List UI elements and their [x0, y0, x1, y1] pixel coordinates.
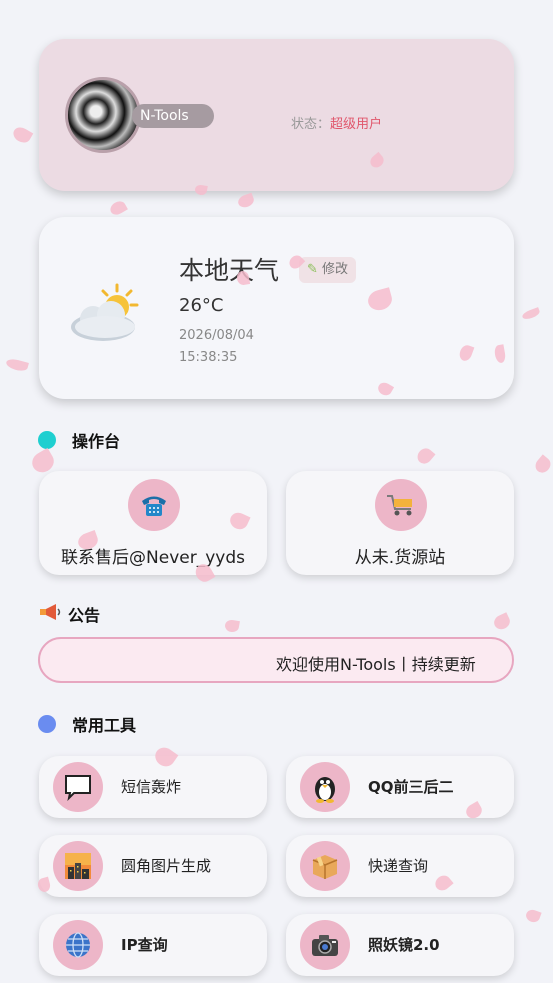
- petal-decoration: [491, 612, 513, 632]
- temperature: 26°C: [179, 295, 224, 316]
- contact-support-label: 联系售后@Never_yyds: [61, 548, 245, 568]
- megaphone-icon: [38, 602, 62, 626]
- tool-sms-bomber[interactable]: 短信轰炸: [39, 756, 267, 818]
- user-status: 状态：超级用户: [291, 113, 382, 132]
- weather-time: 15:38:35: [179, 350, 238, 365]
- tools-title: 常用工具: [72, 716, 137, 735]
- petal-decoration: [10, 124, 34, 146]
- notice-title: 公告: [68, 606, 101, 625]
- shopping-cart-icon: [375, 479, 427, 531]
- section-dot: [38, 715, 56, 733]
- weather-partly-cloudy-icon: [71, 283, 139, 341]
- tool-label: 圆角图片生成: [121, 857, 212, 875]
- penguin-icon: [300, 762, 350, 812]
- notice-heading: 公告: [38, 602, 100, 626]
- tool-label: 短信轰炸: [121, 778, 182, 796]
- tool-round-image[interactable]: 圆角图片生成: [39, 835, 267, 897]
- supply-station-label: 从未.货源站: [354, 548, 446, 568]
- console-heading: 操作台: [38, 428, 120, 452]
- petal-decoration: [524, 907, 542, 925]
- profile-card: N-Tools 状态：超级用户: [39, 39, 514, 191]
- tool-label: 照妖镜2.0: [368, 936, 440, 954]
- notice-marquee: 欢迎使用N-Tools丨持续更新: [38, 637, 514, 683]
- weather-date: 2026/08/04: [179, 328, 254, 343]
- petal-decoration: [521, 307, 541, 321]
- notice-text: 欢迎使用N-Tools丨持续更新: [276, 655, 476, 674]
- pencil-icon: ✎: [307, 262, 318, 277]
- tool-mirror[interactable]: 照妖镜2.0: [286, 914, 514, 976]
- tool-label: IP查询: [121, 936, 168, 954]
- petal-decoration: [414, 445, 436, 467]
- speech-bubble-icon: [53, 762, 103, 812]
- globe-icon: [53, 920, 103, 970]
- username-badge: N-Tools: [132, 104, 214, 128]
- console-title: 操作台: [72, 432, 121, 451]
- tool-label: QQ前三后二: [368, 778, 454, 796]
- edit-label: 修改: [322, 262, 349, 277]
- edit-location-button[interactable]: ✎ 修改: [299, 257, 357, 283]
- city-sunset-icon: [53, 841, 103, 891]
- telephone-icon: [128, 479, 180, 531]
- status-value: 超级用户: [330, 117, 383, 132]
- weather-title: 本地天气: [179, 256, 280, 285]
- petal-decoration: [532, 454, 553, 476]
- avatar[interactable]: [65, 77, 141, 153]
- status-label: 状态：: [291, 117, 331, 132]
- section-dot: [38, 431, 56, 449]
- tools-heading: 常用工具: [38, 712, 136, 736]
- petal-decoration: [5, 357, 29, 373]
- petal-decoration: [224, 618, 240, 634]
- tool-label: 快递查询: [368, 857, 429, 875]
- tool-express-query[interactable]: 快递查询: [286, 835, 514, 897]
- petal-decoration: [194, 184, 208, 196]
- supply-station-button[interactable]: 从未.货源站: [286, 471, 514, 575]
- package-icon: [300, 841, 350, 891]
- weather-card: 本地天气 ✎ 修改 26°C 2026/08/04 15:38:35: [39, 217, 514, 399]
- petal-decoration: [108, 198, 128, 218]
- petal-decoration: [236, 192, 256, 210]
- tool-ip-query[interactable]: IP查询: [39, 914, 267, 976]
- camera-icon: [300, 920, 350, 970]
